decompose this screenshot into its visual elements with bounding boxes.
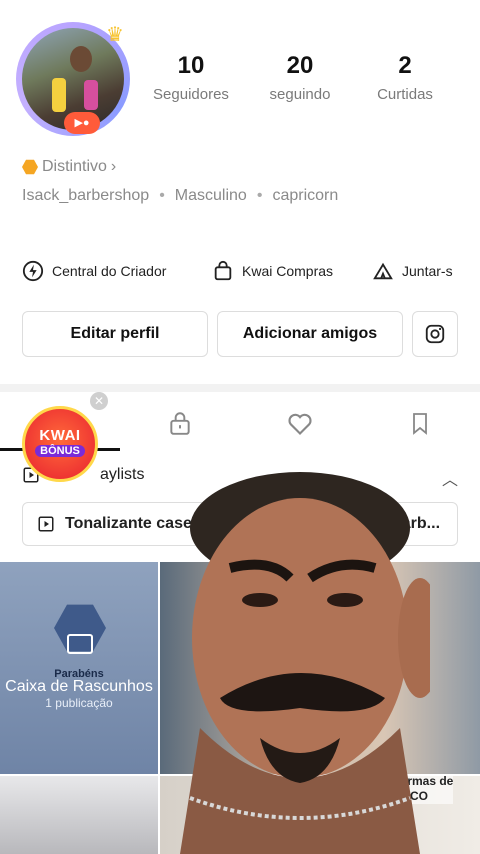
lightning-icon (22, 260, 44, 282)
separator-dot: • (256, 187, 263, 204)
following-count: 20 (286, 52, 314, 79)
followers-stat[interactable]: 10 Seguidores (136, 52, 246, 103)
kwai-bonus-button[interactable]: KWAI BÔNUS (22, 406, 98, 482)
avatar-face (70, 46, 92, 72)
creator-center-link[interactable]: Central do Criador (22, 260, 166, 282)
tab-private[interactable] (165, 408, 195, 438)
tab-liked[interactable] (285, 408, 315, 438)
bonus-line2: BÔNUS (35, 445, 85, 457)
playlists-label: aylists (100, 466, 145, 483)
username: Isack_barbershop (22, 187, 150, 204)
video-thumbnail[interactable] (0, 776, 158, 854)
likes-stat[interactable]: 2 Curtidas (350, 52, 460, 103)
join-link[interactable]: Juntar-s (372, 260, 453, 282)
likes-label: Curtidas (377, 86, 433, 103)
tent-icon (373, 262, 393, 280)
kwai-shop-link[interactable]: Kwai Compras (212, 260, 333, 282)
followers-label: Seguidores (153, 86, 229, 103)
bookmark-icon (413, 413, 427, 435)
profile-info-row: Isack_barbershop • Masculino • capricorn (22, 187, 338, 205)
add-friends-button[interactable]: Adicionar amigos (217, 311, 403, 357)
avatar-bottle (84, 80, 98, 110)
drafts-count: 1 publicação (45, 696, 113, 710)
bonus-line1: KWAI (39, 427, 81, 444)
followers-count: 10 (177, 52, 205, 79)
following-label: seguindo (269, 86, 331, 103)
badge-hex-icon (22, 159, 38, 175)
following-stat[interactable]: 20 seguindo (245, 52, 355, 103)
separator-dot: • (159, 187, 165, 204)
creator-center-label: Central do Criador (52, 263, 167, 279)
crown-icon: ♛ (106, 24, 124, 46)
person-overlay-image (180, 472, 430, 854)
playlist-icon (38, 516, 54, 532)
join-label: Juntar-s (402, 263, 453, 279)
section-divider (0, 384, 480, 392)
instagram-icon (425, 324, 445, 344)
likes-count: 2 (398, 52, 412, 79)
instagram-button[interactable] (412, 311, 458, 357)
distintivo-link[interactable]: Distintivo › (22, 158, 116, 176)
inbox-icon (67, 634, 93, 654)
close-icon[interactable]: ✕ (90, 392, 108, 410)
gender: Masculino (174, 187, 247, 204)
heart-icon (288, 413, 312, 435)
chevron-right-icon: › (110, 158, 117, 175)
lock-icon (170, 412, 190, 435)
drafts-tile[interactable]: Parabéns Caixa de Rascunhos 1 publicação (0, 562, 158, 774)
avatar-bottle (52, 78, 66, 112)
zodiac-sign: capricorn (272, 187, 339, 204)
edit-profile-button[interactable]: Editar perfil (22, 311, 208, 357)
chevron-up-icon[interactable]: ︿ (442, 466, 458, 490)
shopping-bag-icon (214, 260, 232, 281)
drafts-title: Caixa de Rascunhos (5, 678, 153, 695)
tab-saved[interactable] (405, 408, 435, 438)
distintivo-label: Distintivo (42, 158, 107, 175)
camera-badge-icon: ▶● (64, 112, 100, 134)
kwai-shop-label: Kwai Compras (242, 263, 334, 279)
